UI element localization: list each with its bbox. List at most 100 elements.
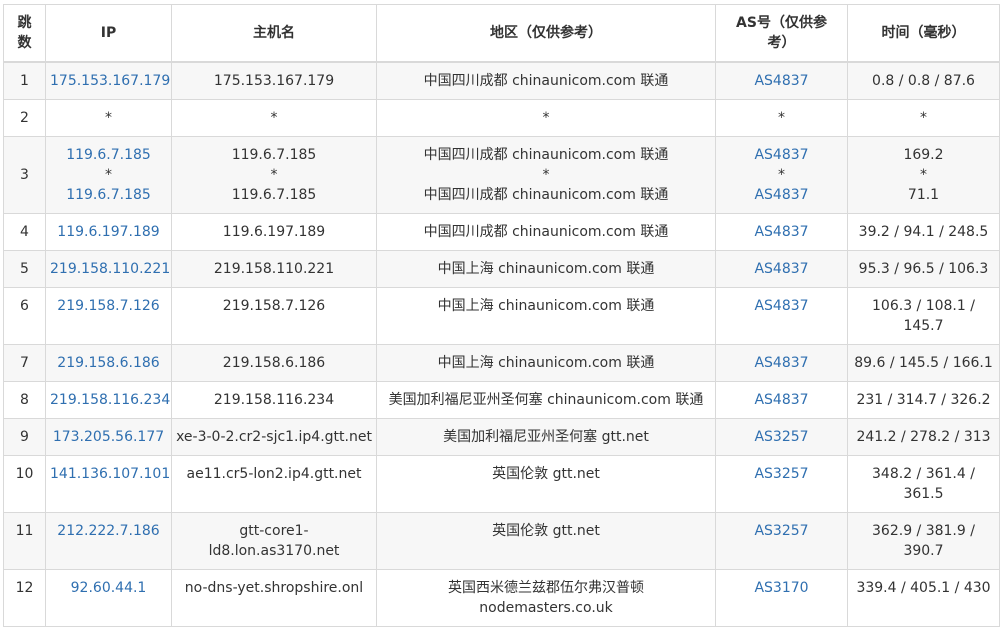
- region-text: *: [542, 109, 550, 126]
- host-text: ae11.cr5-lon2.ip4.gtt.net: [186, 465, 362, 482]
- region-text: 美国加利福尼亚州圣何塞 chinaunicom.com 联通: [388, 391, 704, 408]
- time-text: 169.2: [903, 146, 944, 163]
- ip-cell: 219.158.110.221: [45, 249, 172, 288]
- table-row: 1 175.153.167.179 175.153.167.179 中国四川成都 ch…: [3, 61, 1000, 100]
- hop-cell: 7: [3, 343, 46, 382]
- host-text: *: [270, 166, 278, 183]
- header-hop: 跳数: [3, 4, 46, 63]
- time-text: 231 / 314.7 / 326.2: [856, 391, 991, 408]
- ip-cell: 219.158.6.186: [45, 343, 172, 382]
- hop-number: 10: [15, 465, 34, 482]
- as-link[interactable]: AS3170: [720, 578, 843, 598]
- time-text: 95.3 / 96.5 / 106.3: [858, 260, 989, 277]
- ip-link[interactable]: 219.158.7.126: [50, 296, 167, 316]
- as-text: *: [778, 109, 785, 126]
- ip-link[interactable]: 219.158.116.234: [50, 390, 170, 410]
- as-link[interactable]: AS4837: [720, 259, 843, 279]
- ip-link[interactable]: 141.136.107.101: [50, 464, 170, 484]
- time-text: 71.1: [907, 186, 940, 203]
- as-link[interactable]: AS4837: [720, 296, 843, 316]
- as-link[interactable]: AS4837: [720, 185, 843, 205]
- region-cell: 英国西米德兰兹郡伍尔弗汉普顿 nodemasters.co.uk: [376, 568, 716, 627]
- ip-link[interactable]: 175.153.167.179: [50, 71, 170, 91]
- region-text: 中国四川成都 chinaunicom.com 联通: [423, 72, 669, 89]
- region-text: 中国上海 chinaunicom.com 联通: [437, 297, 655, 314]
- hop-cell: 10: [3, 454, 46, 513]
- ip-link[interactable]: 92.60.44.1: [50, 578, 167, 598]
- hop-number: 8: [20, 391, 29, 408]
- table-row: 9 173.205.56.177 xe-3-0-2.cr2-sjc1.ip4.gtt…: [3, 417, 1000, 456]
- time-text: 348.2 / 361.4 /: [872, 465, 975, 482]
- ip-link[interactable]: 219.158.110.221: [50, 259, 170, 279]
- hop-number: 12: [15, 579, 34, 596]
- host-text: 119.6.7.185: [231, 186, 317, 203]
- host-cell: xe-3-0-2.cr2-sjc1.ip4.gtt.net: [171, 417, 377, 456]
- time-cell: 106.3 / 108.1 / 145.7: [847, 286, 1000, 345]
- ip-link[interactable]: 212.222.7.186: [50, 521, 167, 541]
- host-cell: no-dns-yet.shropshire.onl: [171, 568, 377, 627]
- as-link[interactable]: AS4837: [720, 145, 843, 165]
- as-link[interactable]: AS4837: [720, 390, 843, 410]
- region-cell: 中国上海 chinaunicom.com 联通: [376, 286, 716, 345]
- ip-cell: 175.153.167.179: [45, 61, 172, 100]
- table-row: 11 212.222.7.186 gtt-core1- ld8.lon.as3170.…: [3, 511, 1000, 570]
- host-text: 219.158.110.221: [213, 260, 335, 277]
- ip-cell: 212.222.7.186: [45, 511, 172, 570]
- host-text: 219.158.116.234: [213, 391, 335, 408]
- time-cell: 362.9 / 381.9 / 390.7: [847, 511, 1000, 570]
- ip-link[interactable]: 173.205.56.177: [50, 427, 167, 447]
- time-text: 0.8 / 0.8 / 87.6: [872, 72, 975, 89]
- ip-cell: 173.205.56.177: [45, 417, 172, 456]
- header-as: AS号（仅供参考）: [715, 4, 848, 63]
- as-link[interactable]: AS3257: [720, 521, 843, 541]
- hop-cell: 11: [3, 511, 46, 570]
- table-row: 10 141.136.107.101 ae11.cr5-lon2.ip4.gtt.n…: [3, 454, 1000, 513]
- table-row: 3 119.6.7.185 * 119.6.7.185 119.6.7.185 * 119.…: [3, 135, 1000, 214]
- ip-cell: 141.136.107.101: [45, 454, 172, 513]
- ip-link[interactable]: 119.6.7.185: [50, 185, 167, 205]
- time-cell: *: [847, 98, 1000, 137]
- region-text: 英国伦敦 gtt.net: [492, 465, 600, 482]
- ip-cell: 219.158.116.234: [45, 380, 172, 419]
- time-text: 362.9 / 381.9 /: [872, 522, 975, 539]
- region-text: nodemasters.co.uk: [479, 599, 613, 616]
- as-link[interactable]: AS4837: [720, 353, 843, 373]
- as-cell: AS3257: [715, 511, 848, 570]
- table-row: 7 219.158.6.186 219.158.6.186 中国上海 chinauni…: [3, 343, 1000, 382]
- ip-link[interactable]: 119.6.197.189: [50, 222, 167, 242]
- hop-cell: 9: [3, 417, 46, 456]
- as-cell: AS4837: [715, 286, 848, 345]
- hop-cell: 2: [3, 98, 46, 137]
- time-cell: 169.2 * 71.1: [847, 135, 1000, 214]
- as-link[interactable]: AS4837: [720, 222, 843, 242]
- host-text: xe-3-0-2.cr2-sjc1.ip4.gtt.net: [176, 428, 372, 445]
- table-header-row: 跳数 IP 主机名 地区（仅供参考） AS号（仅供参考） 时间（毫秒）: [3, 4, 1000, 63]
- ip-link[interactable]: 219.158.6.186: [50, 353, 167, 373]
- host-cell: gtt-core1- ld8.lon.as3170.net: [171, 511, 377, 570]
- table-row: 8 219.158.116.234 219.158.116.234 美国加利福尼亚州圣…: [3, 380, 1000, 419]
- host-cell: 219.158.7.126: [171, 286, 377, 345]
- host-cell: ae11.cr5-lon2.ip4.gtt.net: [171, 454, 377, 513]
- region-cell: 英国伦敦 gtt.net: [376, 511, 716, 570]
- table-row: 5 219.158.110.221 219.158.110.221 中国上海 chin…: [3, 249, 1000, 288]
- ip-cell: 92.60.44.1: [45, 568, 172, 627]
- hop-cell: 8: [3, 380, 46, 419]
- as-link[interactable]: AS3257: [720, 464, 843, 484]
- hop-number: 2: [20, 109, 29, 126]
- as-cell: AS3257: [715, 454, 848, 513]
- as-cell: AS4837: [715, 343, 848, 382]
- region-text: 英国西米德兰兹郡伍尔弗汉普顿: [448, 579, 644, 596]
- as-link[interactable]: AS4837: [720, 71, 843, 91]
- header-ip: IP: [45, 4, 172, 63]
- host-cell: 119.6.7.185 * 119.6.7.185: [171, 135, 377, 214]
- hop-number: 5: [20, 260, 29, 277]
- as-link[interactable]: AS3257: [720, 427, 843, 447]
- ip-text: *: [105, 109, 112, 126]
- region-cell: 中国四川成都 chinaunicom.com 联通: [376, 61, 716, 100]
- time-text: 241.2 / 278.2 / 313: [856, 428, 991, 445]
- ip-link[interactable]: 119.6.7.185: [50, 145, 167, 165]
- hop-cell: 3: [3, 135, 46, 214]
- ip-cell: *: [45, 98, 172, 137]
- table-row: 2 * * * * *: [3, 98, 1000, 137]
- time-text: 390.7: [903, 542, 944, 559]
